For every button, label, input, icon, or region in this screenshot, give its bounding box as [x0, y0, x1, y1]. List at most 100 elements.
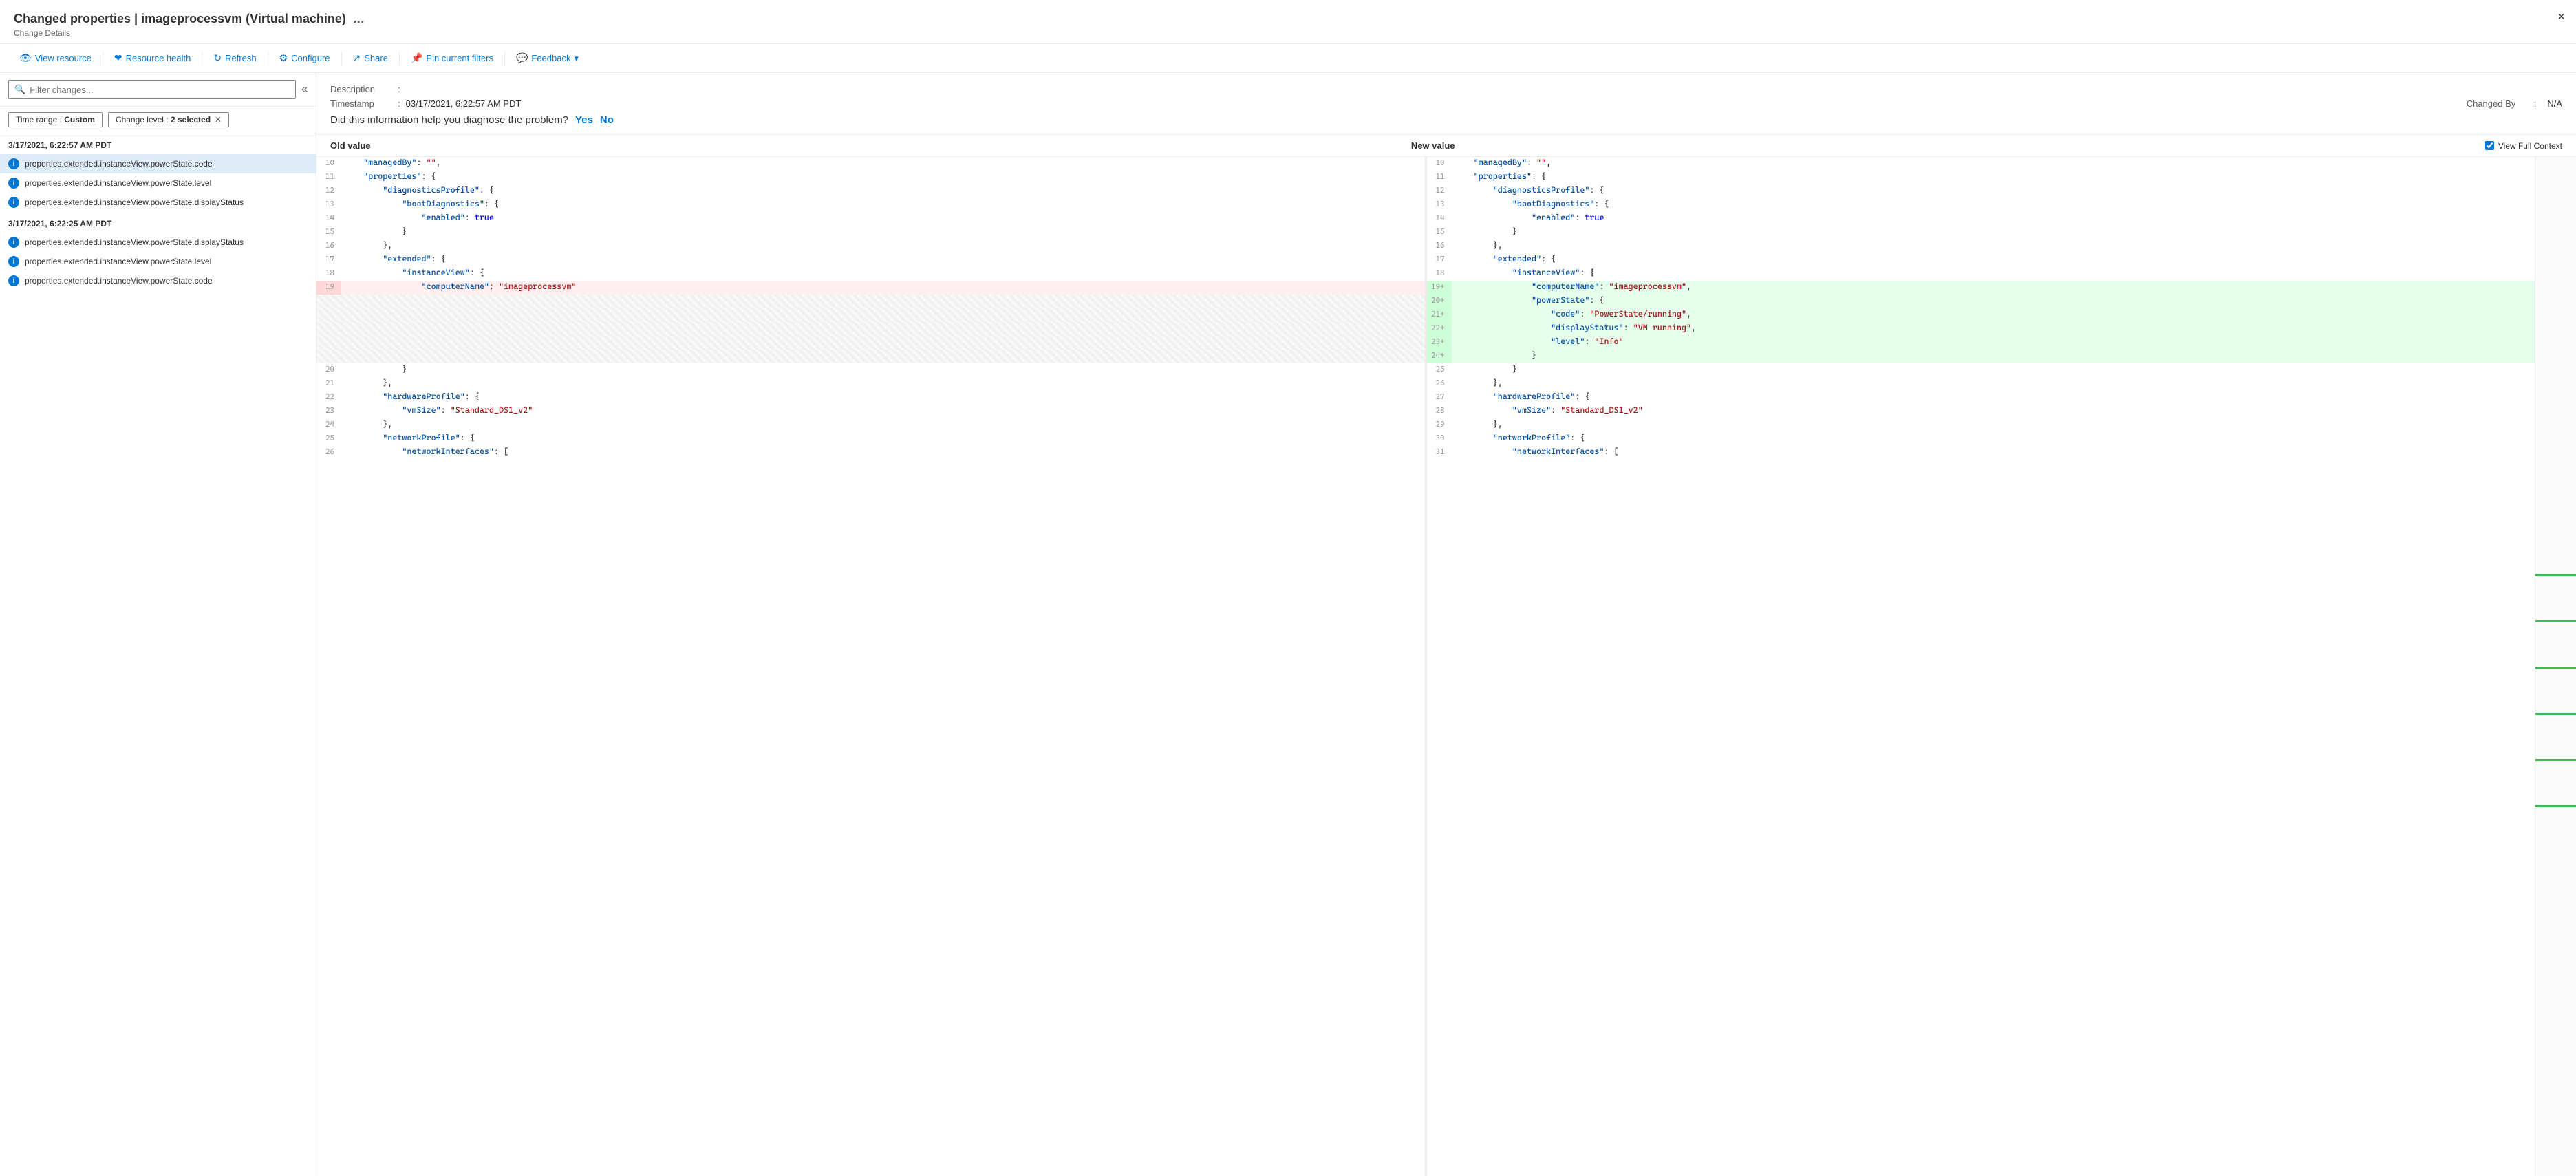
time-range-filter-tag[interactable]: Time range : Custom [8, 112, 103, 127]
change-level-filter-tag[interactable]: Change level : 2 selected ✕ [108, 112, 229, 127]
diff-line: 18 "instanceView": { [316, 267, 1425, 281]
line-content: "enabled": true [341, 212, 1425, 226]
change-item-text: properties.extended.instanceView.powerSt… [25, 276, 213, 286]
diff-line: 16 }, [316, 239, 1425, 253]
minimap-marker [2535, 713, 2576, 715]
line-number: 15 [1427, 226, 1452, 239]
line-content: "level": "Info" [1452, 336, 2535, 350]
view-full-context-toggle: View Full Context [2485, 141, 2562, 151]
feedback-button[interactable]: 💬 Feedback ▾ [511, 50, 584, 67]
diff-line: 17 "extended": { [1427, 253, 2535, 267]
filter-changes-input[interactable] [30, 85, 290, 95]
toolbar: 👁 View resource ❤ Resource health ↻ Refr… [0, 44, 2576, 73]
diff-line: 26 }, [1427, 377, 2535, 391]
main-content: 🔍 « Time range : Custom Change level : 2… [0, 73, 2576, 1176]
diff-line: 23 "vmSize": "Standard_DS1_v2" [316, 405, 1425, 418]
info-icon: i [8, 256, 19, 267]
timestamp-colon: : [398, 98, 400, 109]
line-number: 23+ [1427, 336, 1452, 350]
line-content: "vmSize": "Standard_DS1_v2" [1452, 405, 2535, 418]
diff-line: 12 "diagnosticsProfile": { [316, 184, 1425, 198]
panel-title-row: Changed properties | imageprocessvm (Vir… [14, 11, 2562, 27]
line-number: 31 [1427, 446, 1452, 460]
change-level-close-icon[interactable]: ✕ [215, 115, 222, 125]
new-value-header: New value [1404, 140, 2485, 151]
line-content: "networkInterfaces": [ [341, 446, 1425, 460]
collapse-panel-button[interactable]: « [301, 83, 308, 96]
diff-line: 14 "enabled": true [1427, 212, 2535, 226]
diff-line: 30 "networkProfile": { [1427, 432, 2535, 446]
change-level-label: Change level : 2 selected [116, 115, 211, 125]
chevron-left-icon: « [301, 83, 308, 95]
diff-line [316, 295, 1425, 308]
line-number: 23 [316, 405, 341, 418]
view-resource-label: View resource [35, 53, 92, 63]
diagnose-yes-button[interactable]: Yes [575, 114, 593, 126]
view-full-context-checkbox[interactable] [2485, 141, 2494, 150]
diff-line: 25 "networkProfile": { [316, 432, 1425, 446]
line-content: "hardwareProfile": { [341, 391, 1425, 405]
close-button[interactable]: × [2557, 10, 2565, 24]
diff-line: 13 "bootDiagnostics": { [316, 198, 1425, 212]
change-list-item[interactable]: iproperties.extended.instanceView.powerS… [0, 233, 316, 252]
change-list-item[interactable]: iproperties.extended.instanceView.powerS… [0, 252, 316, 271]
filter-tags-row: Time range : Custom Change level : 2 sel… [0, 107, 316, 133]
line-content: "managedBy": "", [1452, 157, 2535, 171]
panel-title: Changed properties | imageprocessvm (Vir… [14, 12, 346, 26]
change-item-text: properties.extended.instanceView.powerSt… [25, 178, 211, 188]
diff-line: 15 } [1427, 226, 2535, 239]
share-button[interactable]: ↗ Share [347, 50, 394, 67]
diagnose-row: Did this information help you diagnose t… [330, 114, 2562, 126]
resource-health-button[interactable]: ❤ Resource health [109, 50, 196, 67]
minimap-marker [2535, 620, 2576, 622]
left-panel-header: 🔍 « [0, 73, 316, 107]
change-list-item[interactable]: iproperties.extended.instanceView.powerS… [0, 154, 316, 173]
refresh-button[interactable]: ↻ Refresh [208, 50, 261, 67]
change-list-item[interactable]: iproperties.extended.instanceView.powerS… [0, 271, 316, 290]
change-list-item[interactable]: iproperties.extended.instanceView.powerS… [0, 173, 316, 193]
diff-resize-handle[interactable] [1424, 157, 1429, 1176]
refresh-label: Refresh [225, 53, 257, 63]
line-content [341, 322, 1425, 336]
feedback-icon: 💬 [516, 52, 528, 64]
configure-icon: ⚙ [279, 52, 288, 64]
diff-line: 14 "enabled": true [316, 212, 1425, 226]
line-number: 19 [316, 281, 341, 295]
configure-button[interactable]: ⚙ Configure [274, 50, 336, 67]
line-content: "enabled": true [1452, 212, 2535, 226]
diff-line: 20 } [316, 363, 1425, 377]
line-content: "vmSize": "Standard_DS1_v2" [341, 405, 1425, 418]
line-number: 27 [1427, 391, 1452, 405]
feedback-label: Feedback [531, 53, 570, 63]
view-resource-button[interactable]: 👁 View resource [14, 50, 97, 67]
panel-header: Changed properties | imageprocessvm (Vir… [0, 0, 2576, 44]
diff-line [316, 322, 1425, 336]
line-number: 26 [316, 446, 341, 460]
line-content: } [341, 226, 1425, 239]
title-ellipsis[interactable]: ... [353, 11, 365, 27]
refresh-icon: ↻ [213, 52, 222, 64]
diff-line: 26 "networkInterfaces": [ [316, 446, 1425, 460]
diff-line: 21 }, [316, 377, 1425, 391]
pin-current-filters-button[interactable]: 📌 Pin current filters [405, 50, 499, 67]
line-content: } [1452, 363, 2535, 377]
line-number: 10 [1427, 157, 1452, 171]
change-list-item[interactable]: iproperties.extended.instanceView.powerS… [0, 193, 316, 212]
resource-health-icon: ❤ [114, 52, 122, 64]
time-range-label: Time range : Custom [16, 115, 95, 125]
pin-icon: 📌 [411, 52, 422, 64]
line-number: 17 [1427, 253, 1452, 267]
line-content: "hardwareProfile": { [1452, 391, 2535, 405]
diagnose-no-button[interactable]: No [600, 114, 614, 126]
line-content: "computerName": "imageprocessvm", [1452, 281, 2535, 295]
diff-line: 19 "computerName": "imageprocessvm" [316, 281, 1425, 295]
line-content: }, [1452, 239, 2535, 253]
diff-container: Old value New value View Full Context 10… [316, 135, 2576, 1176]
line-number: 24 [316, 418, 341, 432]
filter-input-wrapper: 🔍 [8, 80, 296, 99]
diff-line: 21+ "code": "PowerState/running", [1427, 308, 2535, 322]
change-item-text: properties.extended.instanceView.powerSt… [25, 159, 213, 169]
line-number: 25 [1427, 363, 1452, 377]
line-content: "diagnosticsProfile": { [1452, 184, 2535, 198]
diff-line: 11 "properties": { [1427, 171, 2535, 184]
